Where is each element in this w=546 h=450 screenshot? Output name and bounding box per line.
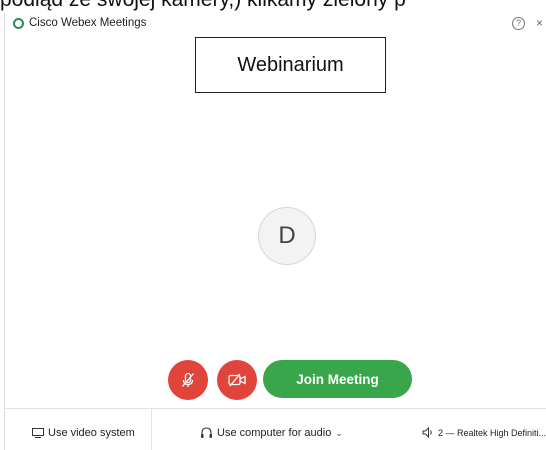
- help-icon[interactable]: ?: [512, 17, 525, 30]
- speaker-selector[interactable]: 2 — Realtek High Definiti...: [422, 427, 546, 438]
- webex-logo-icon: [13, 18, 24, 29]
- divider: [151, 409, 152, 450]
- bottom-bar: Use video system Use computer for audio …: [5, 408, 546, 450]
- speaker-label: 2 — Realtek High Definiti...: [438, 427, 546, 438]
- mic-muted-icon: [182, 372, 194, 387]
- use-video-system-label: Use video system: [48, 427, 135, 439]
- audio-label: Use computer for audio: [217, 427, 332, 439]
- webinar-label: Webinarium: [237, 53, 344, 76]
- video-button[interactable]: [217, 360, 257, 400]
- use-video-system-button[interactable]: Use video system: [32, 427, 135, 439]
- chevron-down-icon: ⌄: [335, 427, 343, 438]
- app-title: Cisco Webex Meetings: [29, 17, 147, 29]
- avatar-initial: D: [278, 222, 296, 249]
- webex-window: Cisco Webex Meetings ? × Webinarium D Jo…: [4, 13, 546, 450]
- video-off-icon: [228, 373, 246, 387]
- speaker-icon: [422, 427, 432, 438]
- join-meeting-button[interactable]: Join Meeting: [263, 360, 412, 398]
- mute-button[interactable]: [168, 360, 208, 400]
- document-caption: podiąd ze swojej kamery,) klikamy zielon…: [0, 0, 546, 13]
- avatar: D: [258, 207, 316, 265]
- headset-icon: [201, 427, 212, 438]
- join-meeting-label: Join Meeting: [296, 371, 379, 387]
- close-icon[interactable]: ×: [536, 16, 543, 30]
- audio-selector[interactable]: Use computer for audio ⌄: [200, 427, 343, 439]
- webinar-label-box: Webinarium: [195, 37, 386, 93]
- video-system-icon: [32, 428, 44, 438]
- title-bar: Cisco Webex Meetings ? ×: [5, 13, 546, 35]
